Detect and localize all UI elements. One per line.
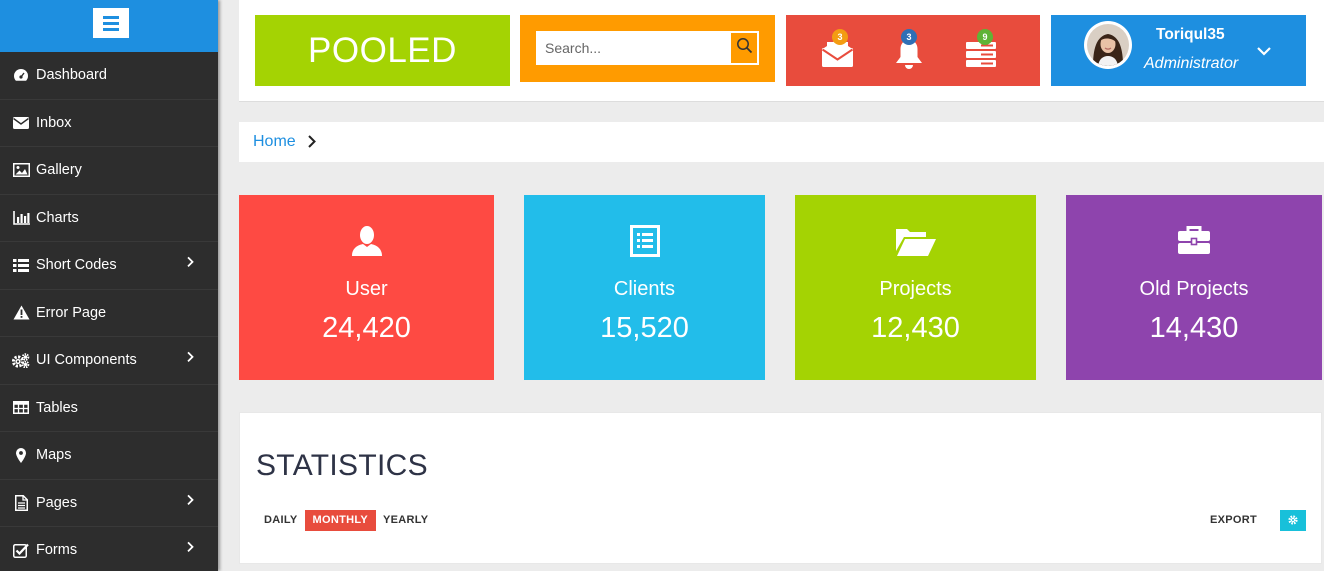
sidebar: Dashboard Inbox Gallery Charts Short Cod… — [0, 0, 218, 571]
sidebar-item-tables[interactable]: Tables — [0, 385, 218, 432]
stat-card-value: 14,430 — [1149, 312, 1239, 344]
sidebar-item-label: Inbox — [36, 114, 72, 131]
search-input[interactable] — [536, 31, 728, 65]
sidebar-item-label: Dashboard — [36, 67, 107, 84]
tab-yearly[interactable]: YEARLY — [378, 510, 433, 531]
check-square-icon — [12, 542, 30, 558]
list-icon — [12, 257, 30, 273]
tasks-count-badge: 9 — [977, 29, 993, 45]
sidebar-header — [0, 0, 218, 52]
sidebar-item-ui-components[interactable]: UI Components — [0, 337, 218, 385]
stat-card-label: Clients — [613, 278, 676, 300]
stat-card-label: Old Projects — [1139, 278, 1249, 300]
user-profile-menu[interactable]: Toriqul35 Administrator — [1051, 15, 1306, 86]
warning-icon — [12, 305, 30, 321]
app-logo[interactable]: POOLED — [255, 15, 510, 86]
envelope-icon — [12, 115, 30, 131]
search-box — [536, 31, 759, 65]
period-tabs: DAILY MONTHLY YEARLY — [259, 510, 433, 531]
bell-icon — [894, 40, 924, 74]
hamburger-menu-button[interactable] — [93, 8, 129, 38]
sidebar-item-label: Forms — [36, 542, 78, 559]
statistics-title: STATISTICS — [256, 449, 428, 482]
search-icon — [736, 37, 753, 59]
search-panel — [520, 15, 775, 82]
sidebar-item-label: Pages — [36, 494, 78, 511]
picture-icon — [12, 162, 30, 178]
stat-card-old-projects[interactable]: Old Projects 14,430 — [1066, 195, 1322, 380]
breadcrumb: Home — [239, 122, 1324, 162]
sidebar-item-label: Short Codes — [36, 257, 117, 274]
sidebar-item-error-page[interactable]: Error Page — [0, 290, 218, 337]
stat-card-label: Projects — [879, 278, 952, 300]
stat-card-clients[interactable]: Clients 15,520 — [524, 195, 765, 380]
sidebar-item-label: Charts — [36, 209, 79, 226]
sidebar-item-label: Error Page — [36, 304, 107, 321]
chevron-right-icon — [187, 256, 194, 272]
avatar[interactable] — [1084, 21, 1132, 69]
chevron-right-icon — [187, 493, 194, 509]
sidebar-item-inbox[interactable]: Inbox — [0, 100, 218, 147]
breadcrumb-home-link[interactable]: Home — [253, 133, 296, 151]
chevron-right-icon — [307, 134, 316, 153]
settings-button[interactable] — [1280, 510, 1306, 531]
sidebar-item-label: Maps — [36, 447, 72, 464]
stat-card-value: 15,520 — [600, 312, 689, 344]
sidebar-item-dashboard[interactable]: Dashboard — [0, 52, 218, 100]
list-alt-icon — [524, 225, 765, 257]
search-button[interactable] — [731, 33, 757, 63]
chevron-down-icon[interactable] — [1257, 43, 1271, 61]
tab-daily[interactable]: DAILY — [259, 510, 303, 531]
bar-chart-icon — [12, 210, 30, 226]
sidebar-item-gallery[interactable]: Gallery — [0, 147, 218, 195]
briefcase-icon — [1066, 225, 1322, 255]
export-button[interactable]: EXPORT — [1210, 510, 1257, 531]
sidebar-item-maps[interactable]: Maps — [0, 432, 218, 480]
sidebar-item-pages[interactable]: Pages — [0, 480, 218, 527]
top-header: POOLED 3 3 9 — [239, 0, 1324, 102]
chevron-right-icon — [187, 541, 194, 557]
user-role: Administrator — [1144, 55, 1239, 72]
statistics-panel: STATISTICS DAILY MONTHLY YEARLY EXPORT — [239, 412, 1322, 564]
stat-card-label: User — [345, 278, 388, 300]
tasks-notification[interactable]: 9 — [965, 29, 997, 73]
map-marker-icon — [12, 447, 30, 463]
envelope-icon — [821, 39, 854, 72]
sidebar-item-label: Gallery — [36, 162, 82, 179]
stat-card-user[interactable]: User 24,420 — [239, 195, 494, 380]
stat-card-value: 24,420 — [322, 312, 411, 344]
user-name: Toriqul35 — [1156, 26, 1225, 43]
notifications-panel: 3 3 9 — [786, 15, 1040, 86]
cogs-icon — [12, 352, 30, 368]
messages-notification[interactable]: 3 — [821, 29, 854, 73]
gear-icon — [1288, 512, 1298, 530]
folder-open-icon — [795, 225, 1036, 257]
user-icon — [239, 225, 494, 257]
dashboard-icon — [12, 67, 30, 83]
server-icon — [965, 42, 997, 72]
table-icon — [12, 400, 30, 416]
sidebar-item-label: Tables — [36, 399, 78, 416]
sidebar-item-forms[interactable]: Forms — [0, 527, 218, 571]
alerts-count-badge: 3 — [901, 29, 917, 45]
file-icon — [12, 494, 30, 511]
stat-card-projects[interactable]: Projects 12,430 — [795, 195, 1036, 380]
sidebar-item-short-codes[interactable]: Short Codes — [0, 242, 218, 290]
alerts-notification[interactable]: 3 — [894, 29, 924, 75]
stat-card-value: 12,430 — [871, 312, 960, 344]
chevron-right-icon — [187, 351, 194, 367]
sidebar-item-label: UI Components — [36, 352, 137, 369]
sidebar-item-charts[interactable]: Charts — [0, 195, 218, 242]
messages-count-badge: 3 — [832, 29, 848, 45]
tab-monthly[interactable]: MONTHLY — [304, 510, 376, 531]
